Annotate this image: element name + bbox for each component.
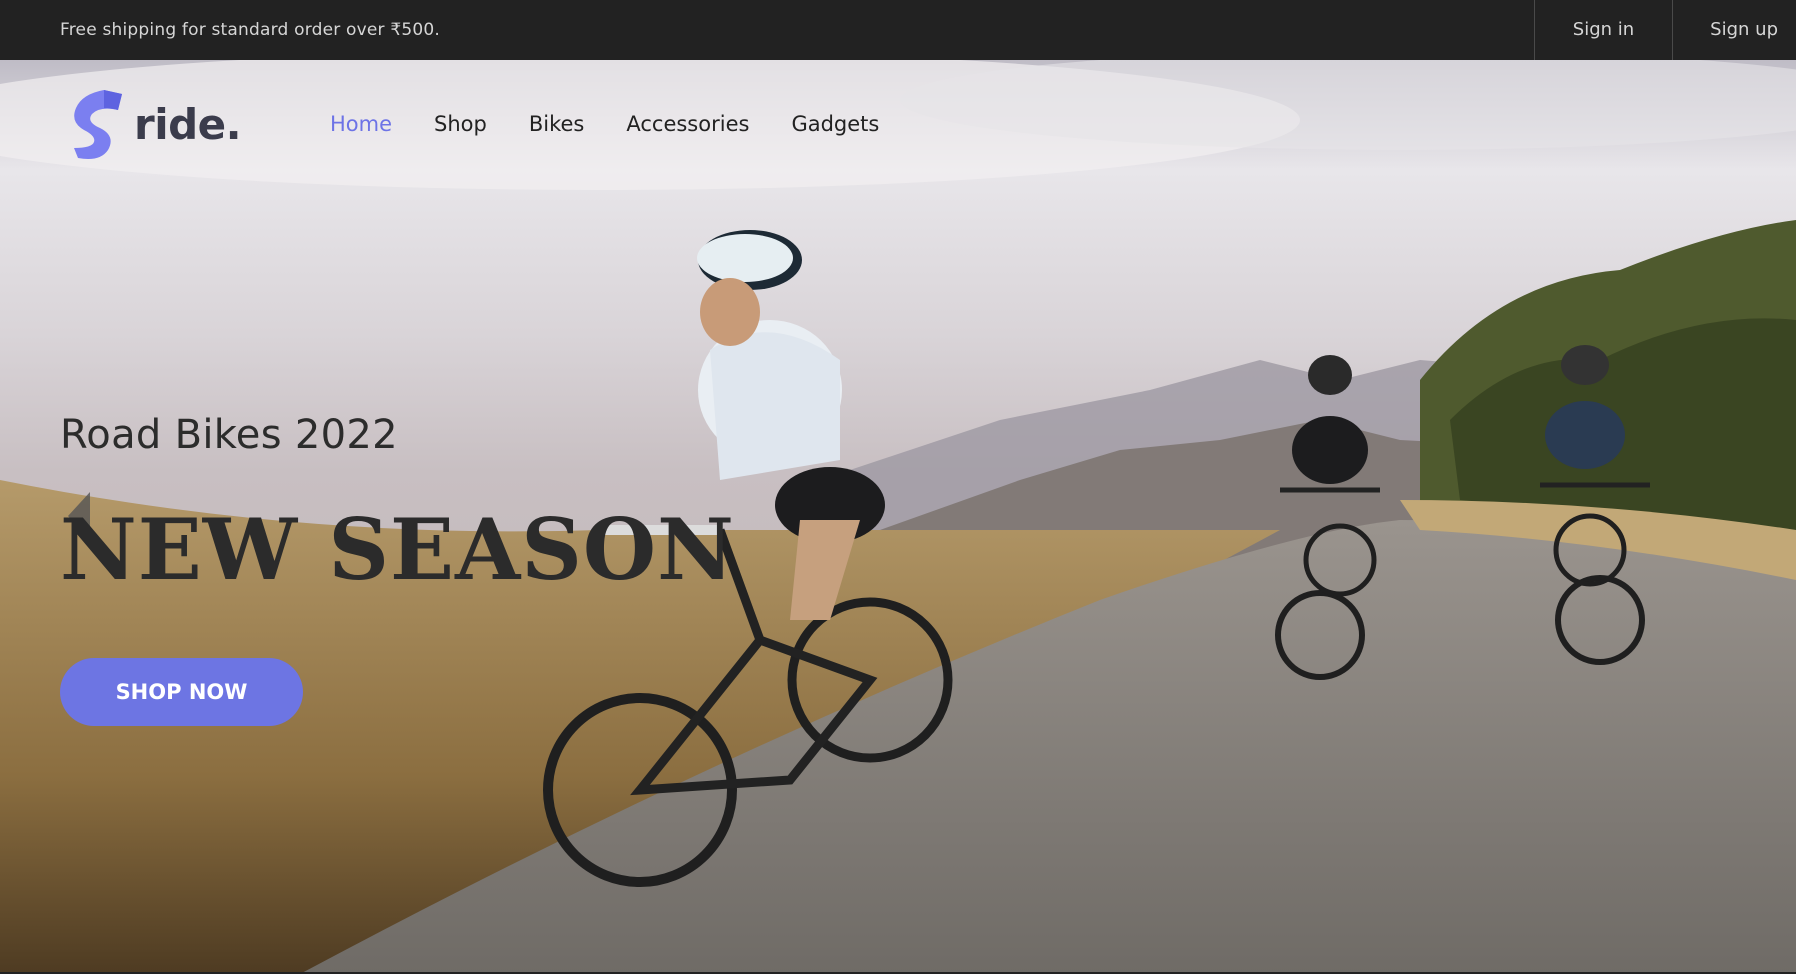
- brand-logo[interactable]: ride.: [70, 88, 242, 160]
- auth-links: Sign in Sign up: [1533, 0, 1796, 60]
- nav-accessories[interactable]: Accessories: [626, 108, 749, 140]
- main-nav: Home Shop Bikes Accessories Gadgets: [330, 108, 921, 140]
- top-bar: Free shipping for standard order over ₹5…: [0, 0, 1796, 60]
- nav-bikes[interactable]: Bikes: [529, 108, 585, 140]
- ride-logo-icon: [74, 90, 122, 159]
- shop-now-button[interactable]: SHOP NOW: [60, 658, 303, 726]
- hero-subtitle: Road Bikes 2022: [60, 412, 398, 458]
- nav-home[interactable]: Home: [330, 108, 392, 140]
- hero-headline: NEW SEASON: [60, 500, 735, 599]
- nav-gadgets[interactable]: Gadgets: [791, 108, 879, 140]
- hero-banner: ride. Home Shop Bikes Accessories Gadget…: [0, 60, 1796, 974]
- sign-up-link[interactable]: Sign up: [1672, 0, 1796, 60]
- sign-in-link[interactable]: Sign in: [1533, 0, 1672, 60]
- shipping-promo-text: Free shipping for standard order over ₹5…: [60, 20, 441, 40]
- brand-name: ride.: [134, 99, 242, 149]
- nav-shop[interactable]: Shop: [434, 108, 487, 140]
